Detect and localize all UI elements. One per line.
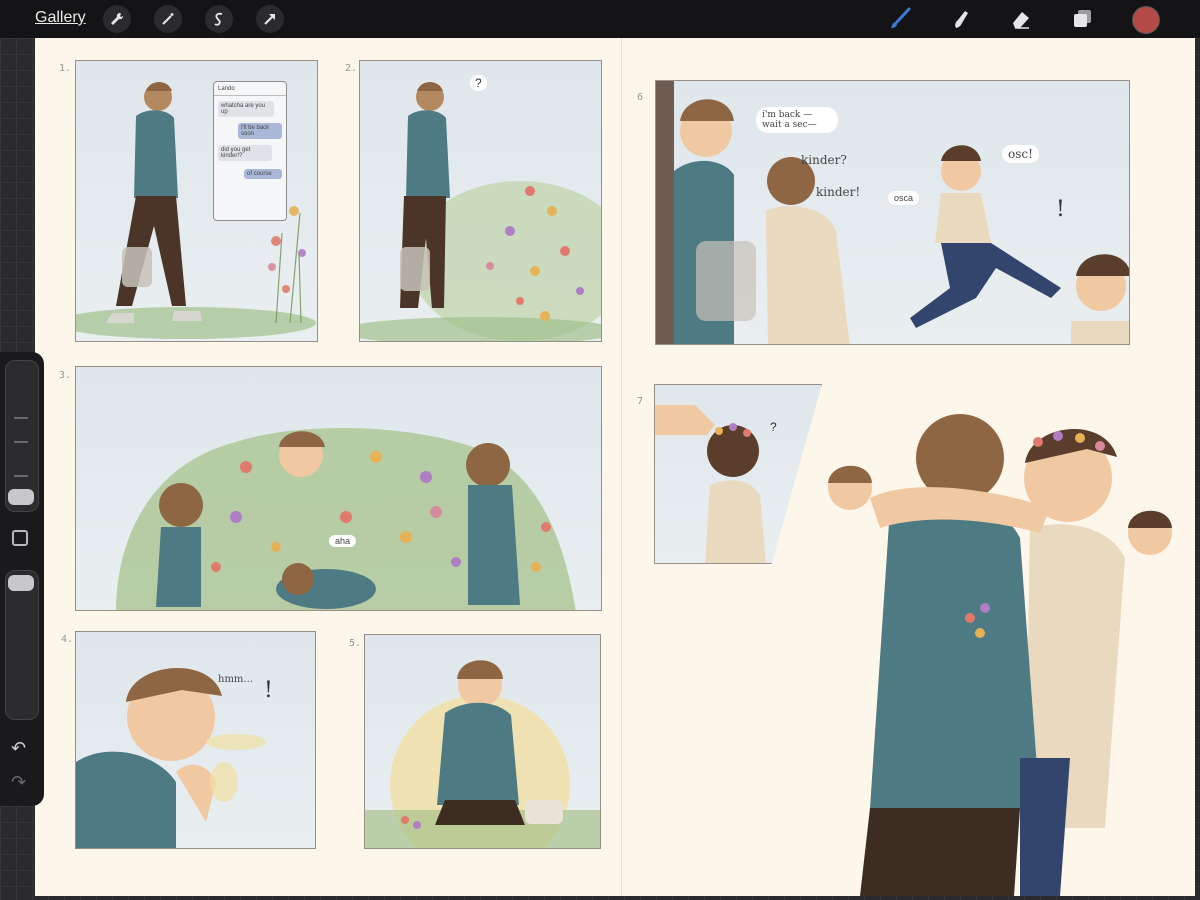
chat-header: Lando: [214, 82, 286, 96]
panel-5-illustration: [365, 660, 600, 848]
slider-tick: [14, 475, 28, 477]
modify-button-icon[interactable]: [12, 530, 28, 546]
slider-tick: [14, 441, 28, 443]
comic-panel-6: i'm back — wait a sec— kinder? kinder! o…: [655, 80, 1130, 345]
brush-size-slider[interactable]: [5, 360, 39, 512]
speech-text: ?: [770, 420, 777, 434]
panel-number: 5.: [349, 638, 362, 649]
chat-bubble: did you get kinder!?: [218, 145, 272, 161]
panel-number: 7: [637, 396, 644, 407]
chat-bubble: whatcha are you up: [218, 101, 274, 117]
speech-bubble: aha: [329, 535, 357, 547]
comic-panel-2: ?: [359, 60, 602, 342]
speech-text: kinder?: [801, 153, 847, 167]
panel-number: 6: [637, 92, 644, 103]
hug-illustration: [828, 414, 1172, 896]
layers-icon[interactable]: [1068, 5, 1096, 33]
speech-bubble: ?: [470, 75, 487, 91]
transform-arrow-icon[interactable]: [256, 5, 284, 33]
opacity-handle[interactable]: [8, 575, 34, 591]
magic-wand-icon[interactable]: [154, 5, 182, 33]
opacity-slider[interactable]: [5, 570, 39, 720]
door-frame: [656, 81, 674, 344]
speech-text: kinder!: [816, 185, 861, 199]
redo-icon[interactable]: ↷: [11, 772, 26, 793]
panel-7-illustration: [655, 405, 766, 563]
speech-text: hmm...: [218, 674, 253, 685]
color-picker-button[interactable]: [1132, 6, 1160, 34]
page-spread-divider: [621, 38, 622, 896]
panel-number: 1.: [59, 63, 72, 74]
brush-sidebar: ↶ ↷: [0, 352, 44, 806]
exclamation-mark: !: [264, 678, 273, 703]
panel-3-illustration: [116, 428, 576, 610]
comic-panel-3: aha: [75, 366, 602, 611]
panel-number: 2.: [345, 63, 358, 74]
panel-4-illustration: [76, 668, 266, 848]
wrench-icon[interactable]: [103, 5, 131, 33]
comic-panel-7: ?: [654, 384, 822, 564]
panel-number: 4.: [61, 634, 74, 645]
comic-panel-4: hmm... !: [75, 631, 316, 849]
brush-icon[interactable]: [886, 5, 914, 33]
chat-bubble: of course: [244, 169, 282, 179]
top-toolbar: Gallery: [0, 0, 1200, 38]
smudge-icon[interactable]: [946, 5, 974, 33]
brush-size-handle[interactable]: [8, 489, 34, 505]
slider-tick: [14, 417, 28, 419]
speech-bubble: osca: [888, 191, 920, 205]
exclamation-mark: !: [1056, 197, 1065, 222]
comic-panel-5: [364, 634, 601, 849]
phone-chat-screen: Lando whatcha are you up I'll be back so…: [213, 81, 287, 221]
panel-number: 3.: [59, 370, 72, 381]
speech-bubble: osc!: [1002, 145, 1039, 163]
comic-panel-1: Lando whatcha are you up I'll be back so…: [75, 60, 318, 342]
chat-bubble: I'll be back soon: [238, 123, 282, 139]
panel-2-illustration: [360, 82, 601, 341]
undo-icon[interactable]: ↶: [11, 738, 26, 759]
eraser-icon[interactable]: [1007, 5, 1035, 33]
gallery-link[interactable]: Gallery: [35, 9, 86, 27]
drawing-canvas[interactable]: 1. Lando whatcha are you up I'll be back…: [35, 38, 1195, 896]
selection-icon[interactable]: [205, 5, 233, 33]
speech-bubble: i'm back — wait a sec—: [756, 107, 838, 133]
